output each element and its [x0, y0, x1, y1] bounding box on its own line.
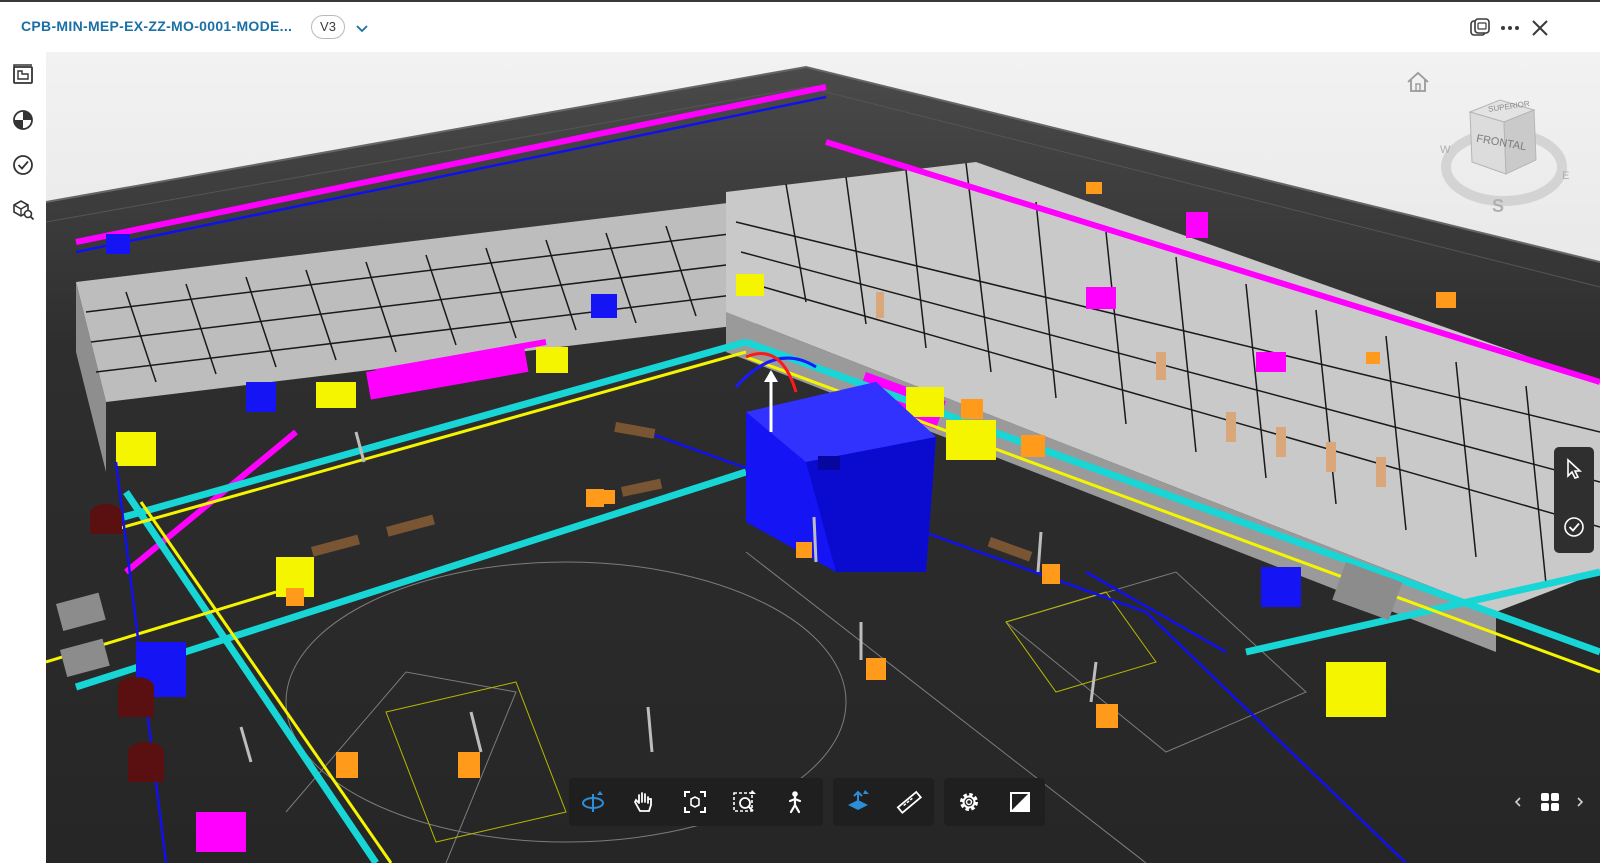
more-icon[interactable]: [1498, 16, 1522, 40]
compare-icon[interactable]: [1468, 16, 1492, 40]
model-browser-icon[interactable]: [10, 107, 36, 133]
checkmark-icon[interactable]: [1562, 515, 1586, 539]
toolbar-navigation: [569, 778, 823, 826]
chevron-right-icon[interactable]: [1574, 795, 1586, 809]
select-cursor-icon[interactable]: [1562, 457, 1586, 481]
issues-icon[interactable]: [10, 152, 36, 178]
measure-icon[interactable]: [896, 789, 922, 815]
toolbar-settings: [944, 778, 1045, 826]
left-sidebar: [0, 52, 47, 863]
close-icon[interactable]: [1528, 16, 1552, 40]
model-scene[interactable]: [46, 52, 1600, 863]
sheets-icon[interactable]: [10, 62, 36, 88]
search-model-icon[interactable]: [10, 197, 36, 223]
chevron-down-icon[interactable]: [354, 20, 370, 36]
grid-view-icon[interactable]: [1539, 791, 1561, 813]
file-title[interactable]: CPB-MIN-MEP-EX-ZZ-MO-0001-MODE...: [21, 18, 292, 34]
chevron-left-icon[interactable]: [1512, 795, 1524, 809]
compass-south-label: S: [1492, 196, 1505, 216]
version-badge[interactable]: V3: [311, 15, 345, 39]
page-navigation: [1508, 783, 1592, 821]
title-bar: CPB-MIN-MEP-EX-ZZ-MO-0001-MODE... V3: [0, 0, 1600, 52]
fit-to-view-icon[interactable]: [682, 789, 708, 815]
right-tool-panel: [1554, 447, 1594, 553]
fullscreen-icon[interactable]: [1007, 789, 1033, 815]
section-icon[interactable]: [845, 789, 871, 815]
orbit-icon[interactable]: [581, 789, 607, 815]
toolbar-tools: [833, 778, 934, 826]
model-viewport[interactable]: SUPERIOR FRONTAL W E S: [46, 52, 1600, 863]
pan-icon[interactable]: [631, 789, 657, 815]
view-cube-graphic[interactable]: [1436, 92, 1576, 222]
compass-west-label: W: [1440, 144, 1451, 156]
compass-east-label: E: [1562, 170, 1570, 182]
home-view-icon[interactable]: [1405, 70, 1431, 94]
zoom-window-icon[interactable]: [732, 789, 758, 815]
settings-icon[interactable]: [956, 789, 982, 815]
first-person-icon[interactable]: [782, 789, 808, 815]
view-cube[interactable]: SUPERIOR FRONTAL W E S: [1436, 92, 1576, 222]
